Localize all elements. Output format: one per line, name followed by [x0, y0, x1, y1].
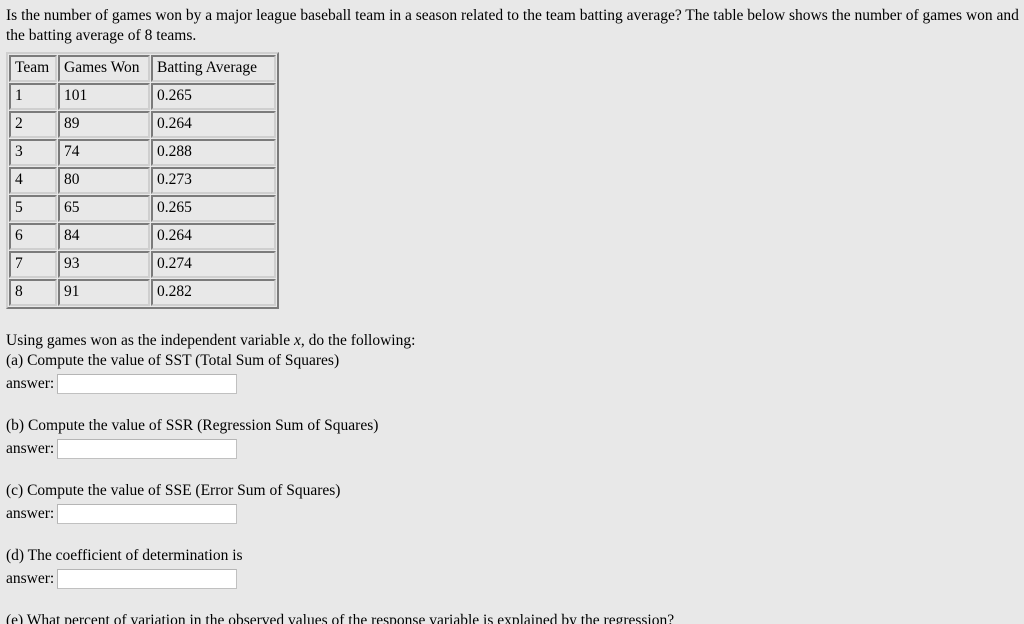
cell-team: 7 [9, 251, 57, 278]
table-row: 8 91 0.282 [9, 279, 276, 306]
question-c: (c) Compute the value of SSE (Error Sum … [6, 481, 1018, 526]
table-header: Team Games Won Batting Average [9, 55, 276, 82]
answer-input-b[interactable] [57, 439, 238, 459]
independent-variable-symbol: x [293, 332, 301, 349]
answer-row-a: answer: [6, 372, 1018, 396]
cell-batting-average: 0.282 [151, 279, 276, 306]
table-header-row: Team Games Won Batting Average [9, 55, 276, 82]
question-e: (e) What percent of variation in the obs… [6, 611, 1018, 624]
column-header-team: Team [9, 55, 57, 82]
cell-games-won: 74 [58, 139, 150, 166]
table-row: 3 74 0.288 [9, 139, 276, 166]
baseball-data-table: Team Games Won Batting Average 1 101 0.2… [6, 52, 279, 309]
question-b: (b) Compute the value of SSR (Regression… [6, 416, 1018, 461]
cell-team: 4 [9, 167, 57, 194]
cell-batting-average: 0.274 [151, 251, 276, 278]
question-b-text: (b) Compute the value of SSR (Regression… [6, 417, 379, 434]
cell-games-won: 84 [58, 223, 150, 250]
answer-label-b: answer: [6, 440, 55, 457]
column-header-games-won: Games Won [58, 55, 150, 82]
question-e-text: (e) What percent of variation in the obs… [6, 612, 675, 624]
table-row: 6 84 0.264 [9, 223, 276, 250]
cell-batting-average: 0.288 [151, 139, 276, 166]
table-row: 2 89 0.264 [9, 111, 276, 138]
table-row: 1 101 0.265 [9, 83, 276, 110]
cell-batting-average: 0.273 [151, 167, 276, 194]
answer-label-d: answer: [6, 570, 55, 587]
answer-input-c[interactable] [57, 504, 238, 524]
column-header-batting-average: Batting Average [151, 55, 276, 82]
cell-batting-average: 0.264 [151, 111, 276, 138]
cell-batting-average: 0.264 [151, 223, 276, 250]
question-d-text: (d) The coefficient of determination is [6, 547, 243, 564]
cell-batting-average: 0.265 [151, 83, 276, 110]
answer-input-d[interactable] [57, 569, 238, 589]
table-row: 4 80 0.273 [9, 167, 276, 194]
answer-label-c: answer: [6, 505, 55, 522]
table-row: 5 65 0.265 [9, 195, 276, 222]
cell-games-won: 91 [58, 279, 150, 306]
answer-row-c: answer: [6, 502, 1018, 526]
instruction-text-after: , do the following: [300, 332, 416, 349]
cell-games-won: 89 [58, 111, 150, 138]
cell-team: 1 [9, 83, 57, 110]
cell-team: 2 [9, 111, 57, 138]
answer-input-a[interactable] [57, 374, 238, 394]
answer-row-b: answer: [6, 437, 1018, 461]
exercise-page: Is the number of games won by a major le… [0, 0, 1019, 624]
instruction-text-before: Using games won as the independent varia… [6, 332, 294, 349]
intro-paragraph: Is the number of games won by a major le… [6, 7, 1019, 44]
cell-team: 6 [9, 223, 57, 250]
question-a: (a) Compute the value of SST (Total Sum … [6, 351, 1018, 396]
cell-team: 8 [9, 279, 57, 306]
question-d: (d) The coefficient of determination is … [6, 546, 1018, 591]
table-row: 7 93 0.274 [9, 251, 276, 278]
question-c-text: (c) Compute the value of SSE (Error Sum … [6, 482, 341, 499]
cell-games-won: 93 [58, 251, 150, 278]
table-body: 1 101 0.265 2 89 0.264 3 74 0.288 4 80 0… [9, 83, 276, 306]
cell-games-won: 80 [58, 167, 150, 194]
answer-label-a: answer: [6, 375, 55, 392]
question-a-text: (a) Compute the value of SST (Total Sum … [6, 352, 340, 369]
cell-batting-average: 0.265 [151, 195, 276, 222]
instruction-line: Using games won as the independent varia… [6, 331, 1018, 351]
cell-team: 5 [9, 195, 57, 222]
cell-games-won: 101 [58, 83, 150, 110]
cell-team: 3 [9, 139, 57, 166]
cell-games-won: 65 [58, 195, 150, 222]
answer-row-d: answer: [6, 567, 1018, 591]
